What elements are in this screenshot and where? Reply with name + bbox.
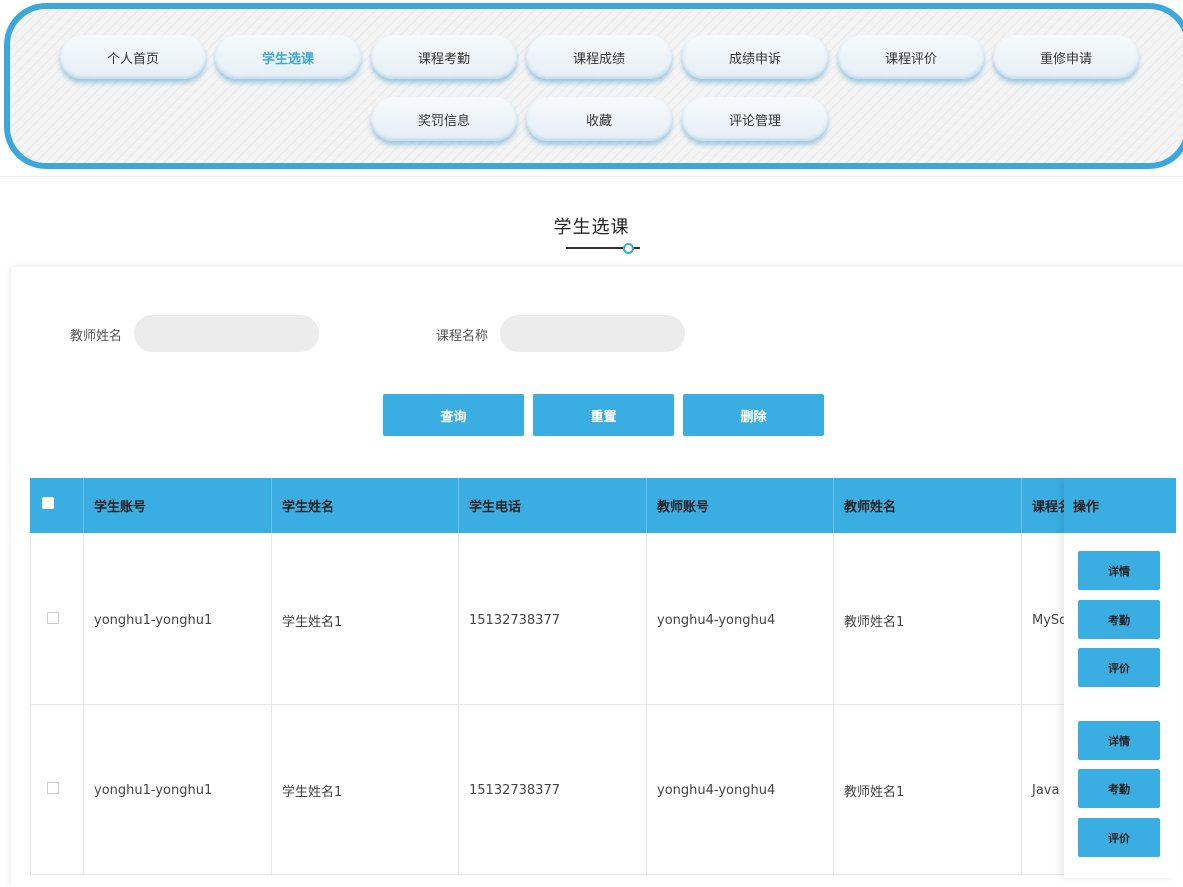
cell-student-name: 学生姓名1	[271, 535, 458, 705]
row-checkbox-cell	[30, 705, 83, 875]
teacher-name-label: 教师姓名	[70, 329, 123, 344]
cell-student-account: yonghu1-yonghu1	[83, 535, 271, 705]
row-checkbox[interactable]	[47, 612, 59, 624]
cell-teacher-account: yonghu4-yonghu4	[646, 535, 833, 705]
nav-course-evaluation[interactable]: 课程评价	[838, 35, 984, 79]
header-actions: 操作	[1064, 478, 1176, 533]
attendance-button[interactable]: 考勤	[1078, 769, 1160, 808]
nav-comment-management[interactable]: 评论管理	[682, 97, 828, 141]
header-student-name: 学生姓名	[271, 478, 458, 533]
cell-teacher-name: 教师姓名1	[833, 705, 1021, 875]
detail-button[interactable]: 详情	[1078, 721, 1160, 760]
select-all-checkbox[interactable]	[42, 497, 54, 509]
query-button[interactable]: 查询	[383, 394, 524, 436]
cell-student-account: yonghu1-yonghu1	[83, 705, 271, 875]
header-student-phone: 学生电话	[458, 478, 646, 533]
evaluate-button[interactable]: 评价	[1078, 818, 1160, 857]
nav-grade-appeal[interactable]: 成绩申诉	[682, 35, 828, 79]
detail-button[interactable]: 详情	[1078, 551, 1160, 590]
nav-favorites[interactable]: 收藏	[526, 97, 672, 141]
page-title: 学生选课	[553, 217, 630, 238]
header-student-account: 学生账号	[83, 478, 271, 533]
row-checkbox-cell	[30, 535, 83, 705]
cell-student-phone: 15132738377	[458, 705, 646, 875]
course-name-label: 课程名称	[436, 329, 489, 344]
nav-course-selection[interactable]: 学生选课	[215, 35, 361, 79]
nav-divider	[0, 176, 1183, 177]
table-row: yonghu1-yonghu1 学生姓名1 15132738377 yonghu…	[30, 705, 1176, 875]
nav-personal-home[interactable]: 个人首页	[60, 35, 206, 79]
nav-retake-application[interactable]: 重修申请	[993, 35, 1139, 79]
nav-rewards-punishments[interactable]: 奖罚信息	[371, 97, 517, 141]
delete-button[interactable]: 删除	[683, 394, 824, 436]
reset-button[interactable]: 重置	[533, 394, 674, 436]
nav-course-grades[interactable]: 课程成绩	[526, 35, 672, 79]
evaluate-button[interactable]: 评价	[1078, 648, 1160, 687]
course-name-input[interactable]	[500, 315, 685, 352]
cell-teacher-account: yonghu4-yonghu4	[646, 705, 833, 875]
cell-student-name: 学生姓名1	[271, 705, 458, 875]
cell-teacher-name: 教师姓名1	[833, 535, 1021, 705]
title-underline-dot	[623, 243, 634, 254]
header-teacher-name: 教师姓名	[833, 478, 1021, 533]
table-header: 学生账号 学生姓名 学生电话 教师账号 教师姓名 课程名	[30, 478, 1176, 533]
top-nav-panel	[4, 3, 1183, 169]
cell-student-phone: 15132738377	[458, 535, 646, 705]
course-selection-table: 学生账号 学生姓名 学生电话 教师账号 教师姓名 课程名 yonghu1-yon…	[30, 478, 1176, 878]
action-column: 操作 详情 考勤 评价 详情 考勤 评价	[1064, 478, 1176, 878]
header-checkbox-cell	[30, 478, 83, 533]
attendance-button[interactable]: 考勤	[1078, 600, 1160, 639]
header-teacher-account: 教师账号	[646, 478, 833, 533]
teacher-name-input[interactable]	[134, 315, 319, 352]
row-checkbox[interactable]	[47, 782, 59, 794]
table-row: yonghu1-yonghu1 学生姓名1 15132738377 yonghu…	[30, 535, 1176, 705]
nav-course-attendance[interactable]: 课程考勤	[371, 35, 517, 79]
